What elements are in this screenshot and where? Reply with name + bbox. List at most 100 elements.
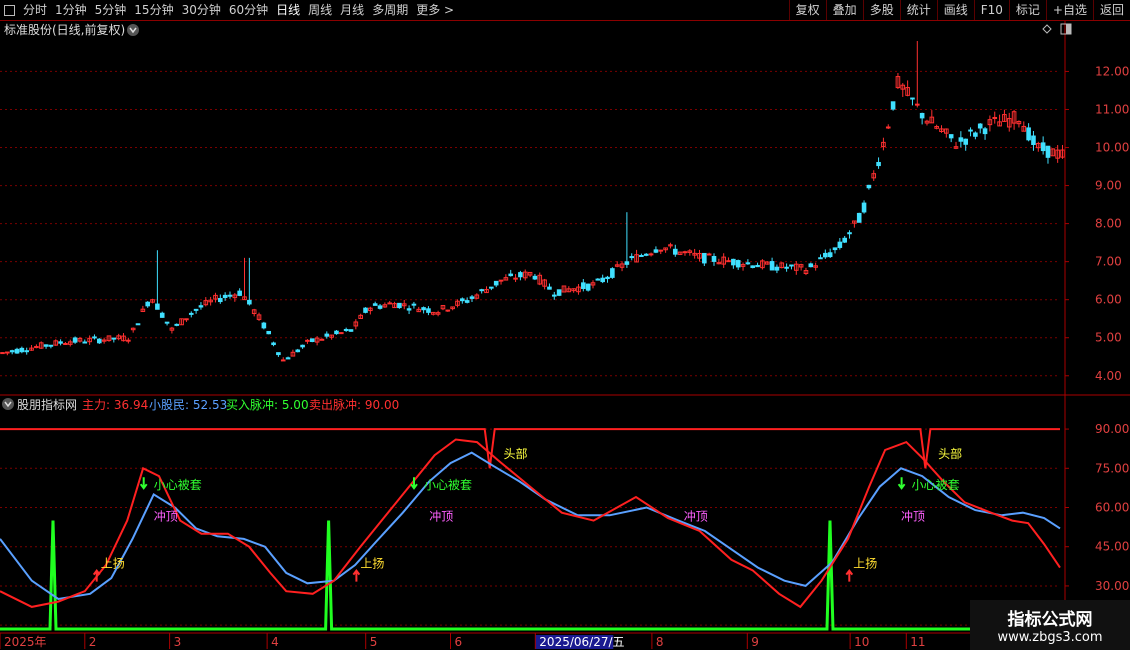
candle-body bbox=[982, 128, 988, 135]
candle-body bbox=[406, 308, 412, 311]
toolbar-right-item[interactable]: 复权 bbox=[788, 0, 826, 20]
date-tick-label: 3 bbox=[174, 635, 182, 649]
panel-toggle-icon[interactable] bbox=[1060, 23, 1072, 35]
candle-body bbox=[547, 286, 552, 290]
toolbar-item[interactable]: 分时 bbox=[19, 0, 51, 20]
candle-body bbox=[551, 294, 557, 297]
candle-body bbox=[1040, 142, 1046, 152]
chevron-down-icon[interactable] bbox=[2, 398, 14, 410]
candle-body bbox=[218, 298, 223, 303]
candle-body bbox=[518, 272, 523, 278]
candle-body bbox=[111, 337, 117, 340]
candle-body bbox=[92, 336, 97, 339]
candle-body bbox=[58, 341, 63, 344]
candle-body bbox=[508, 273, 514, 277]
candle-body bbox=[343, 328, 349, 331]
candle-body bbox=[876, 161, 881, 167]
toolbar-right-item[interactable]: F10 bbox=[973, 0, 1009, 20]
candle-body bbox=[968, 129, 973, 132]
candle-body bbox=[411, 303, 417, 306]
candle-body bbox=[789, 264, 794, 267]
date-tick-label: 10 bbox=[854, 635, 869, 649]
candle-body bbox=[605, 276, 610, 280]
price-tick-label: 10.00 bbox=[1095, 141, 1129, 155]
toolbar-item[interactable]: 多周期 bbox=[368, 0, 412, 20]
down-arrow-icon bbox=[139, 477, 148, 490]
toolbar-item[interactable]: 5分钟 bbox=[91, 0, 131, 20]
candle-body bbox=[992, 116, 998, 119]
candle-body bbox=[372, 303, 378, 306]
candle-body bbox=[421, 307, 426, 311]
annotation-label: 上扬 bbox=[101, 556, 125, 571]
indicator-header: 股朋指标网 主力: 36.94 小股民: 52.53 买入脉冲: 5.00 卖出… bbox=[2, 397, 399, 412]
toolbar-item[interactable]: 月线 bbox=[336, 0, 368, 20]
candle-body bbox=[832, 247, 838, 251]
candle-body bbox=[377, 305, 383, 309]
toolbar-item[interactable]: 30分钟 bbox=[178, 0, 225, 20]
toolbar-item-more[interactable]: 更多 > bbox=[412, 0, 458, 20]
toolbar-item[interactable]: 60分钟 bbox=[225, 0, 272, 20]
toolbar-right-item[interactable]: 统计 bbox=[899, 0, 937, 20]
indicator-tick-label: 30.00 bbox=[1095, 579, 1129, 593]
indicator-name: 股朋指标网 bbox=[17, 397, 77, 412]
candle-body bbox=[823, 252, 828, 258]
candle-body bbox=[460, 298, 465, 302]
watermark-title: 指标公式网 bbox=[1007, 610, 1093, 630]
date-tick-label: 2025年 bbox=[4, 635, 47, 649]
candle-body bbox=[426, 308, 431, 313]
diamond-icon[interactable] bbox=[1042, 24, 1052, 34]
candle-body bbox=[774, 266, 780, 271]
candle-body bbox=[34, 346, 39, 349]
candle-body bbox=[159, 312, 165, 318]
candle-body bbox=[648, 253, 654, 256]
toolbar-right-item[interactable]: 标记 bbox=[1008, 0, 1046, 20]
candle-body bbox=[363, 307, 368, 313]
candle-body bbox=[818, 257, 823, 260]
candle-body bbox=[155, 303, 160, 310]
candle-body bbox=[653, 249, 659, 253]
date-tick-label: 2 bbox=[89, 635, 97, 649]
candle-body bbox=[9, 350, 15, 353]
toolbar-item[interactable]: 15分钟 bbox=[130, 0, 177, 20]
toolbar-item[interactable]: 周线 bbox=[304, 0, 336, 20]
candle-body bbox=[973, 132, 978, 137]
stock-chart[interactable]: 上扬 小心被套冲顶上扬 小心被套冲顶 头部冲顶上扬 小心被套冲顶 头部 12.00 11.0… bbox=[0, 21, 1130, 650]
toolbar-item[interactable]: 1分钟 bbox=[51, 0, 91, 20]
toolbar-right-item[interactable]: 返回 bbox=[1092, 0, 1130, 20]
candle-body bbox=[164, 321, 170, 324]
toolbar-right-item[interactable]: 多股 bbox=[862, 0, 900, 20]
annotation-label: 头部 bbox=[938, 446, 962, 461]
candle-body bbox=[885, 126, 891, 129]
price-tick-label: 6.00 bbox=[1095, 293, 1122, 307]
candle-body bbox=[43, 344, 49, 347]
candle-body bbox=[489, 286, 494, 289]
candle-body bbox=[706, 253, 712, 256]
annotation-label: 冲顶 bbox=[154, 509, 178, 524]
toolbar-item-daily[interactable]: 日线 bbox=[272, 0, 304, 20]
candle-body bbox=[266, 330, 272, 335]
toolbar-right-item[interactable]: 叠加 bbox=[825, 0, 863, 20]
window-square-icon[interactable] bbox=[4, 4, 15, 16]
date-tick-label: 6 bbox=[455, 635, 463, 649]
chevron-down-icon[interactable] bbox=[127, 24, 139, 36]
candle-body bbox=[305, 339, 310, 342]
candle-body bbox=[324, 333, 330, 337]
candle-body bbox=[643, 253, 649, 256]
candle-body bbox=[135, 323, 141, 326]
candle-body bbox=[1045, 145, 1051, 158]
toolbar-right-item[interactable]: 画线 bbox=[936, 0, 974, 20]
candle-body bbox=[285, 357, 291, 360]
candle-body bbox=[532, 275, 538, 280]
candle-body bbox=[847, 232, 852, 235]
date-tick-label: 11 bbox=[910, 635, 925, 649]
candle-body bbox=[387, 302, 393, 305]
date-tick-label: 5 bbox=[370, 635, 378, 649]
candle-body bbox=[309, 338, 315, 342]
candle-body bbox=[280, 359, 286, 362]
candle-body bbox=[513, 277, 518, 280]
candle-body bbox=[445, 309, 451, 312]
indicator-grid bbox=[0, 428, 1060, 626]
indicator-tick-label: 90.00 bbox=[1095, 422, 1129, 436]
candle-body bbox=[126, 339, 131, 342]
toolbar-right-item[interactable]: +自选 bbox=[1045, 0, 1093, 20]
